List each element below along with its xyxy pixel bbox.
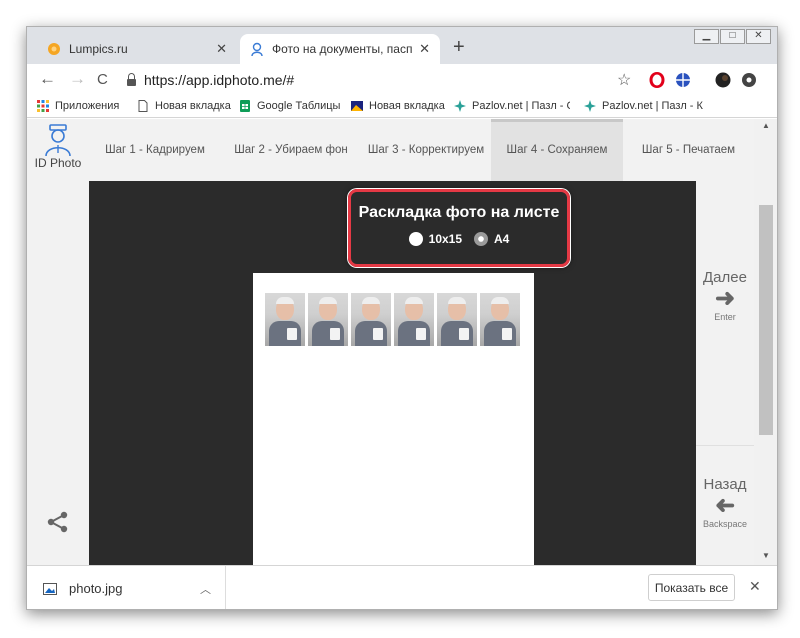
puzzle-icon xyxy=(584,100,596,112)
scroll-up-icon[interactable]: ▲ xyxy=(762,121,770,130)
bookmark-label: Pazlov.net | Пазл - К xyxy=(602,100,703,112)
back-label: Назад xyxy=(703,476,747,493)
bookmark-new-tab-2[interactable]: Новая вкладка xyxy=(351,100,445,112)
image-file-icon xyxy=(43,582,57,595)
close-window-button[interactable]: ✕ xyxy=(746,29,771,44)
bookmark-label: Новая вкладка xyxy=(369,100,445,112)
step-2-background[interactable]: Шаг 2 - Убираем фон xyxy=(221,119,361,181)
sheet-layout-panel: Раскладка фото на листе 10x15 A4 xyxy=(348,189,570,267)
close-tab-icon[interactable]: ✕ xyxy=(419,41,430,57)
radio-a4[interactable] xyxy=(474,232,489,246)
address-bar[interactable]: https://app.idphoto.me/# xyxy=(123,67,643,93)
forward-arrow-icon[interactable]: → xyxy=(69,69,86,89)
arrow-right-icon: ➜ xyxy=(714,285,736,312)
vpn-globe-icon[interactable] xyxy=(675,72,691,88)
passport-photo xyxy=(437,293,477,346)
option-label: A4 xyxy=(494,232,510,246)
browser-window: Lumpics.ru ✕ Фото на документы, паспорта… xyxy=(26,26,778,610)
arrow-left-icon: ➜ xyxy=(714,492,736,519)
next-label: Далее xyxy=(703,269,747,286)
layout-title: Раскладка фото на листе xyxy=(358,204,560,221)
option-a4[interactable]: A4 xyxy=(474,232,509,246)
a4-sheet-preview xyxy=(253,273,534,565)
url-text: https://app.idphoto.me/# xyxy=(144,72,295,88)
passport-photo xyxy=(265,293,305,346)
step-4-save[interactable]: Шаг 4 - Сохраняем xyxy=(491,119,623,181)
page-scrollbar[interactable]: ▲ ▼ xyxy=(754,119,777,565)
bookmark-pazlov-1[interactable]: Pazlov.net | Пазл - С xyxy=(454,100,570,112)
download-item[interactable]: photo.jpg ︿ xyxy=(27,566,226,609)
left-sidebar xyxy=(27,181,89,565)
star-icon[interactable]: ☆ xyxy=(617,70,631,90)
show-all-button[interactable]: Показать все xyxy=(648,574,735,601)
tab-idphoto[interactable]: Фото на документы, паспорта, ✕ xyxy=(240,34,440,64)
bookmark-google-sheets[interactable]: Google Таблицы xyxy=(239,100,340,112)
step-3-correct[interactable]: Шаг 3 - Корректируем xyxy=(361,119,491,181)
apps-grid-icon xyxy=(37,100,49,112)
opera-icon[interactable] xyxy=(649,72,665,88)
orange-flower-icon xyxy=(48,43,60,55)
option-label: 10x15 xyxy=(428,232,463,246)
scroll-thumb[interactable] xyxy=(759,205,773,435)
sheets-icon xyxy=(240,100,250,112)
next-hint: Enter xyxy=(714,312,736,322)
step-5-print[interactable]: Шаг 5 - Печатаем xyxy=(623,119,754,181)
tab-lumpics[interactable]: Lumpics.ru ✕ xyxy=(37,34,237,64)
maximize-button[interactable]: □ xyxy=(720,29,745,44)
chevron-up-icon[interactable]: ︿ xyxy=(200,581,211,597)
back-button[interactable]: Назад ➜ Backspace xyxy=(696,445,754,529)
passport-photo xyxy=(351,293,391,346)
bookmark-label: Pazlov.net | Пазл - С xyxy=(472,100,570,112)
minimize-button[interactable]: ▁ xyxy=(694,29,719,44)
passport-photo xyxy=(394,293,434,346)
passport-photo xyxy=(480,293,520,346)
tab-strip: Lumpics.ru ✕ Фото на документы, паспорта… xyxy=(27,27,777,64)
browser-toolbar: ← → C https://app.idphoto.me/# ☆ xyxy=(27,64,777,96)
puzzle-icon xyxy=(454,100,466,112)
step-1-crop[interactable]: Шаг 1 - Кадрируем xyxy=(89,119,221,181)
steps-header: ID Photo Шаг 1 - Кадрируем Шаг 2 - Убира… xyxy=(27,119,754,182)
passport-photo xyxy=(308,293,348,346)
bookmark-label: Приложения xyxy=(55,100,120,112)
next-button[interactable]: Далее ➜ Enter xyxy=(696,269,754,322)
downloads-bar: photo.jpg ︿ Показать все ✕ xyxy=(27,565,777,609)
tab-title: Lumpics.ru xyxy=(69,42,128,56)
workspace: Раскладка фото на листе 10x15 A4 xyxy=(89,181,696,565)
radio-10x15[interactable] xyxy=(408,232,423,246)
lock-icon xyxy=(127,72,136,86)
new-tab-button[interactable]: + xyxy=(453,37,465,57)
layout-options: 10x15 A4 xyxy=(351,232,567,246)
tab-title: Фото на документы, паспорта, xyxy=(272,42,413,56)
id-photo-logo[interactable]: ID Photo xyxy=(27,119,89,181)
close-tab-icon[interactable]: ✕ xyxy=(216,41,227,57)
reload-icon[interactable]: C xyxy=(97,71,108,88)
bookmark-new-tab-1[interactable]: Новая вкладка xyxy=(137,100,231,112)
bookmarks-bar: Приложения Новая вкладка Google Таблицы … xyxy=(27,96,777,118)
back-arrow-icon[interactable]: ← xyxy=(39,69,56,89)
scroll-down-icon[interactable]: ▼ xyxy=(762,551,770,560)
bookmark-label: Google Таблицы xyxy=(257,100,341,112)
logo-label: ID Photo xyxy=(34,156,82,170)
option-10x15[interactable]: 10x15 xyxy=(408,232,463,246)
page-icon xyxy=(138,100,148,112)
back-hint: Backspace xyxy=(702,519,748,529)
close-downloads-icon[interactable]: ✕ xyxy=(749,578,761,595)
download-filename: photo.jpg xyxy=(69,581,123,596)
image-icon xyxy=(351,101,363,111)
dark-circle-icon[interactable] xyxy=(715,72,731,88)
right-sidebar: Далее ➜ Enter Назад ➜ Backspace xyxy=(696,181,754,565)
bookmark-label: Новая вкладка xyxy=(155,100,231,112)
person-icon xyxy=(45,124,71,157)
bookmark-pazlov-2[interactable]: Pazlov.net | Пазл - К xyxy=(584,100,704,112)
extension-icon[interactable] xyxy=(741,72,757,88)
id-photo-icon xyxy=(251,42,263,56)
bookmark-apps[interactable]: Приложения xyxy=(37,100,119,112)
share-icon[interactable] xyxy=(47,511,69,533)
